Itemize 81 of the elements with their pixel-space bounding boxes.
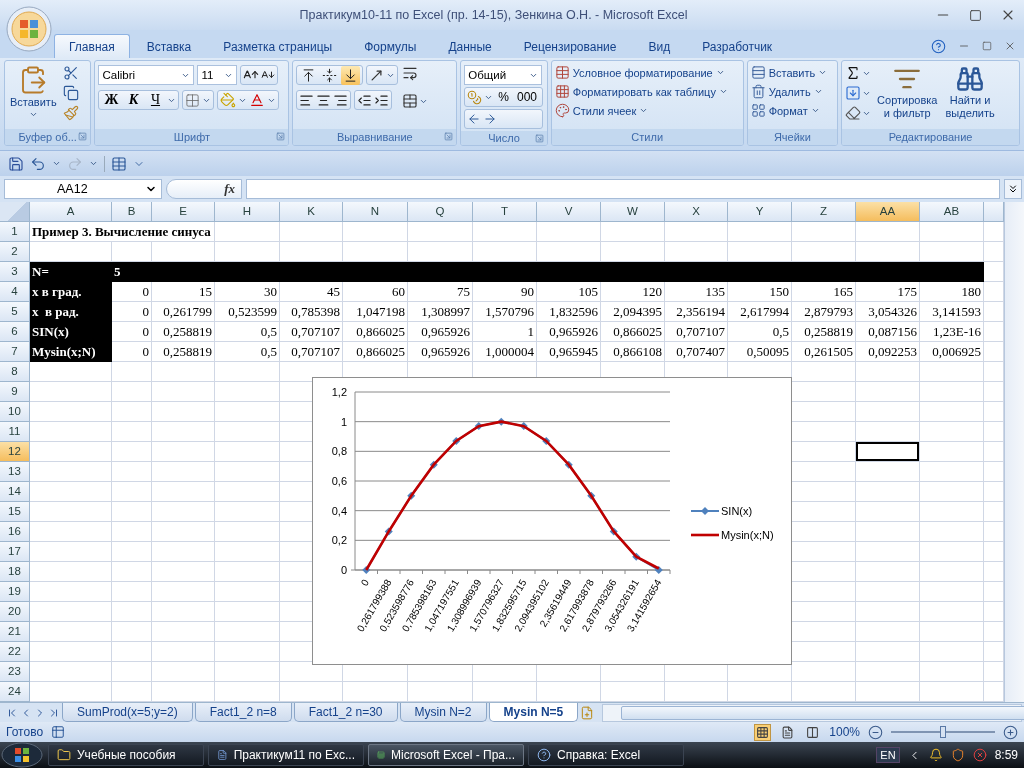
axis-label: 0,8: [331, 445, 347, 458]
table-cell: 0,087156: [856, 322, 920, 342]
table-cell: 0,092253: [856, 342, 920, 362]
table-cell: 0,785398: [280, 302, 343, 322]
table-cell: 0: [112, 322, 152, 342]
table-cell: 0,965945: [537, 342, 601, 362]
status-text: Готово: [6, 725, 44, 739]
table-cell: 0,965926: [408, 322, 473, 342]
table-cell: Пример 3. Вычисление синуса: [30, 222, 215, 242]
table-cell: 1,047198: [343, 302, 408, 322]
table-cell: 150: [728, 282, 792, 302]
axis-label: 0,4: [331, 504, 347, 517]
table-cell: 0,50095: [728, 342, 792, 362]
axis-label: 0,6: [331, 475, 347, 487]
table-cell: 15: [152, 282, 215, 302]
table-cell: x в град.: [30, 282, 112, 302]
table-cell: 0: [112, 342, 152, 362]
table-cell: 165: [792, 282, 856, 302]
table-cell: Mysin(x;N): [30, 342, 112, 362]
table-cell: 1,570796: [473, 302, 537, 322]
table-cell: 0,261799: [152, 302, 215, 322]
group-label: Редактирование: [888, 131, 973, 143]
table-cell: 0,866025: [601, 322, 665, 342]
table-cell: 0,866108: [601, 342, 665, 362]
table-cell: 0: [112, 302, 152, 322]
table-cell: 0,261505: [792, 342, 856, 362]
table-cell: 0,006925: [920, 342, 984, 362]
legend-label: Mysin(x;N): [721, 529, 774, 541]
group-label: Буфер об...: [18, 131, 77, 143]
group-label: Ячейки: [773, 131, 811, 143]
table-cell: 0,5: [215, 322, 280, 342]
table-cell: 75: [408, 282, 473, 302]
table-cell: 0,523599: [215, 302, 280, 322]
table-cell: 0: [112, 282, 152, 302]
table-cell: 30: [215, 282, 280, 302]
table-cell: x в рад.: [30, 302, 112, 322]
table-cell: 0,866025: [343, 342, 408, 362]
axis-label: 0,2: [331, 534, 347, 547]
table-cell: 0,866025: [343, 322, 408, 342]
table-cell: 5: [112, 262, 152, 282]
table-cell: 0,258819: [152, 342, 215, 362]
table-cell: 0,258819: [792, 322, 856, 342]
axis-label: 1: [340, 415, 347, 428]
table-cell: 1,308997: [408, 302, 473, 322]
table-cell: 1: [473, 322, 537, 342]
table-cell: N=: [30, 262, 112, 282]
table-cell: 0,707107: [280, 342, 343, 362]
table-cell: 3,054326: [856, 302, 920, 322]
table-cell: 175: [856, 282, 920, 302]
table-cell: 0,707107: [665, 322, 728, 342]
table-cell: 2,879793: [792, 302, 856, 322]
table-cell: 1,23E-16: [920, 322, 984, 342]
table-cell: 0,707107: [280, 322, 343, 342]
group-label: Стили: [631, 131, 664, 143]
table-cell: 2,617994: [728, 302, 792, 322]
group-label: Число: [488, 132, 520, 144]
axis-label: 0: [340, 564, 347, 576]
group-label: Шрифт: [173, 131, 210, 143]
table-cell: 45: [280, 282, 343, 302]
table-cell: 180: [920, 282, 984, 302]
table-cell: 0,707407: [665, 342, 728, 362]
group-label: Выравнивание: [336, 131, 413, 143]
table-cell: SIN(x): [30, 322, 112, 342]
table-cell: 0,965926: [408, 342, 473, 362]
table-cell: 2,356194: [665, 302, 728, 322]
table-cell: 120: [601, 282, 665, 302]
legend-label: SIN(x): [721, 505, 753, 517]
table-cell: 60: [343, 282, 408, 302]
table-cell: 0,5: [728, 322, 792, 342]
table-cell: 2,094395: [601, 302, 665, 322]
table-cell: 3,141593: [920, 302, 984, 322]
axis-label: 1,2: [331, 386, 347, 398]
table-cell: 90: [473, 282, 537, 302]
table-cell: 135: [665, 282, 728, 302]
table-cell: 0,258819: [152, 322, 215, 342]
table-cell: 105: [537, 282, 601, 302]
window-title: Практикум10-11 по Excel (пр. 14-15), Зенкина О.Н. - Microsoft Excel: [298, 8, 689, 22]
table-cell: 1,000004: [473, 342, 537, 362]
table-cell: 0,5: [215, 342, 280, 362]
table-cell: 1,832596: [537, 302, 601, 322]
table-cell: 0,965926: [537, 322, 601, 342]
